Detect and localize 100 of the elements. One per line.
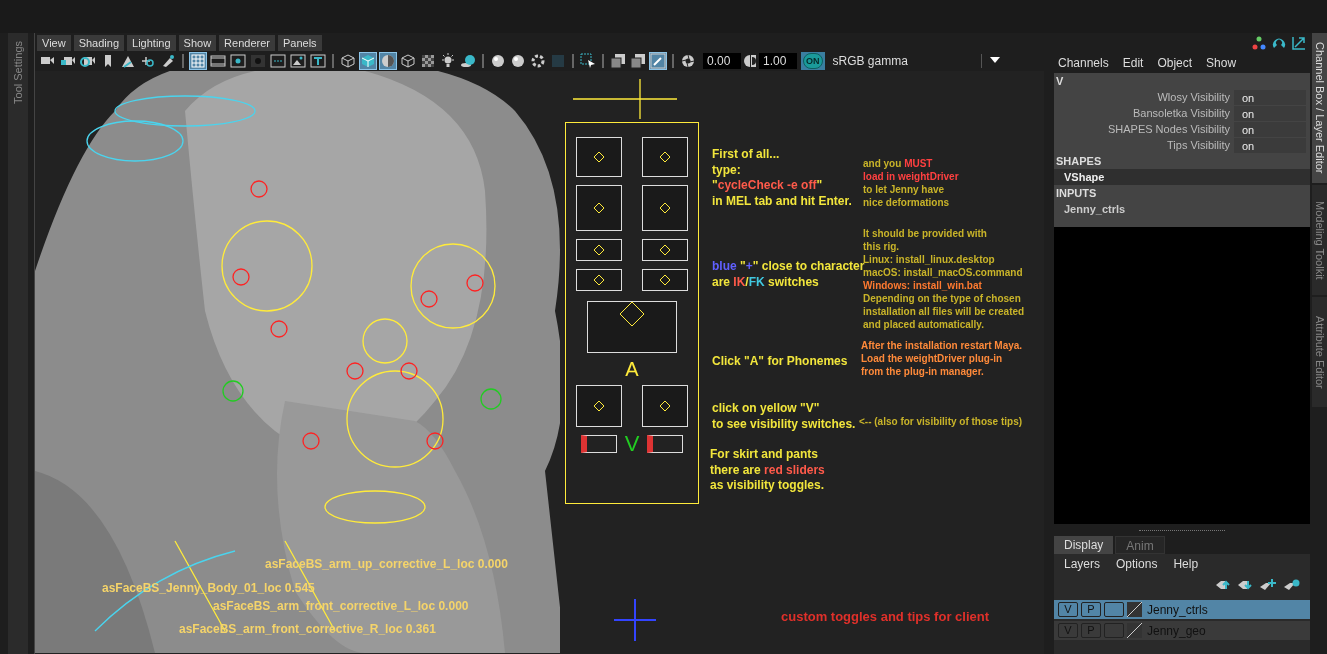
gauge-icon[interactable] [1272, 36, 1286, 50]
diamond-icon[interactable] [620, 302, 644, 326]
menu-item[interactable]: Shading [73, 35, 125, 51]
menu-item[interactable]: Renderer [219, 35, 275, 51]
menu-item[interactable]: Channels [1058, 54, 1109, 72]
diamond-icon[interactable] [660, 203, 670, 213]
annotation-text: First of all... type: "cycleCheck -e off" in MEL tab and hit Enter. [712, 147, 852, 210]
diamond-icon[interactable] [594, 245, 604, 255]
attribute-name[interactable]: Wlosy Visibility [1054, 88, 1234, 106]
control-frame[interactable] [576, 137, 622, 177]
film-gate-icon[interactable] [209, 52, 227, 70]
reference-toggle[interactable] [1104, 602, 1124, 617]
side-tab[interactable]: Channel Box / Layer Editor [1312, 33, 1327, 183]
control-frame[interactable] [576, 385, 622, 427]
attribute-value[interactable]: on [1234, 89, 1306, 105]
layer-down-icon[interactable] [1238, 580, 1252, 590]
letter-label[interactable]: A [625, 359, 639, 379]
cross-marker-icon [614, 599, 656, 641]
image-plane-icon[interactable] [289, 52, 307, 70]
menu-item[interactable]: Options [1116, 555, 1158, 573]
visibility-toggle[interactable]: V [1058, 602, 1078, 617]
resolution-gate-icon[interactable] [229, 52, 247, 70]
layer-color-swatch[interactable] [1127, 623, 1142, 638]
control-frame[interactable] [642, 137, 688, 177]
exposure-field[interactable]: 0.00 [703, 53, 741, 69]
menu-item[interactable]: View [37, 35, 71, 51]
diamond-icon[interactable] [660, 152, 670, 162]
menu-item[interactable]: Help [1173, 555, 1199, 573]
annotation-text: <-- (also for visibility of those tips) [859, 415, 1023, 428]
annotation-text: click on yellow "V" to see visibility switches. [712, 401, 856, 433]
diamond-icon[interactable] [660, 401, 670, 411]
diamond-icon[interactable] [660, 245, 670, 255]
layer-up-icon[interactable] [1216, 580, 1230, 590]
control-frame[interactable] [580, 435, 617, 453]
grid-icon[interactable] [189, 52, 207, 70]
node-name[interactable]: V [1054, 73, 1310, 89]
gamma-field[interactable]: 1.00 [759, 53, 797, 69]
annotation-text: Click "A" for Phonemes [712, 354, 848, 370]
checkerboard-icon[interactable] [419, 52, 437, 70]
annotation-text: custom toggles and tips for client [781, 609, 990, 626]
eyedropper-icon[interactable] [649, 52, 667, 70]
dropdown-caret-icon[interactable] [989, 57, 1000, 65]
playback-toggle[interactable]: P [1081, 602, 1101, 617]
control-frame[interactable] [576, 185, 622, 231]
new-layer-dot-icon[interactable] [1284, 579, 1300, 591]
diamond-icon[interactable] [594, 203, 604, 213]
tab[interactable]: Display [1054, 536, 1114, 554]
diamond-icon[interactable] [594, 152, 604, 162]
annotation-text: and you MUST load in weightDriver to let Jenny have nice deformations [863, 157, 959, 209]
side-tab[interactable]: Attribute Editor [1312, 297, 1327, 407]
menu-item[interactable]: Lighting [127, 35, 176, 51]
attribute-value[interactable]: on [1234, 105, 1306, 121]
diamond-icon[interactable] [594, 275, 604, 285]
control-frame[interactable] [576, 239, 622, 261]
half-shaded-sphere-icon[interactable] [379, 52, 397, 70]
letter-label[interactable]: V [624, 433, 640, 455]
overlapping-squares-icon[interactable] [629, 52, 647, 70]
annotation-text: For skirt and pants there are red sliders as visibility toggles. [710, 447, 825, 494]
control-frame[interactable] [642, 185, 688, 231]
locator-label: asFaceBS_arm_front_corrective_R_loc 0.361 [179, 621, 436, 638]
reference-toggle[interactable] [1104, 623, 1124, 638]
control-frame[interactable] [587, 301, 677, 353]
attribute-value[interactable]: on [1234, 121, 1306, 137]
control-frame[interactable] [576, 269, 622, 291]
nodes-icon[interactable] [1252, 36, 1266, 50]
overlapping-squares-icon[interactable] [609, 52, 627, 70]
control-frame[interactable] [647, 435, 684, 453]
menu-item[interactable]: Show [178, 35, 217, 51]
control-frame[interactable] [642, 269, 688, 291]
layer-row[interactable]: V P Jenny_ctrls [1054, 600, 1310, 619]
selection-cursor-icon[interactable] [579, 52, 597, 70]
color-management-button[interactable]: ON [801, 52, 825, 70]
menu-item[interactable]: Object [1157, 54, 1193, 72]
side-tab[interactable]: Modeling Toolkit [1312, 185, 1327, 295]
control-frame[interactable] [642, 385, 688, 427]
menu-item[interactable]: Layers [1064, 555, 1101, 573]
section-header: SHAPES [1055, 154, 1103, 169]
attribute-name[interactable]: Bansoletka Visibility [1054, 104, 1234, 122]
layer-color-swatch[interactable] [1127, 602, 1142, 617]
layer-name[interactable]: Jenny_ctrls [1147, 600, 1208, 619]
control-frame[interactable] [642, 239, 688, 261]
new-layer-icon[interactable] [1260, 579, 1276, 591]
attribute-value[interactable]: on [1234, 137, 1306, 153]
tool-settings-tab[interactable]: Tool Settings [9, 41, 27, 104]
menu-item[interactable]: Panels [277, 35, 322, 51]
node-item[interactable]: VShape [1054, 169, 1310, 185]
gamma-icon[interactable] [743, 53, 757, 69]
attribute-name[interactable]: SHAPES Nodes Visibility [1054, 120, 1234, 138]
text-icon[interactable] [309, 52, 327, 70]
section-header: INPUTS [1055, 186, 1098, 201]
menu-item[interactable]: Edit [1122, 54, 1144, 72]
menu-item[interactable]: Show [1206, 54, 1237, 72]
arrow-icon[interactable] [1292, 36, 1306, 50]
safe-area-icon[interactable] [269, 52, 287, 70]
color-space-label[interactable]: sRGB gamma [832, 52, 973, 70]
diamond-icon[interactable] [594, 401, 604, 411]
attribute-name[interactable]: Tips Visibility [1054, 136, 1234, 154]
annotation-text: After the installation restart Maya. Load the weightDriver plug-in from the plug-in manager. [861, 339, 1023, 378]
shaded-cube-icon[interactable] [359, 52, 377, 70]
diamond-icon[interactable] [660, 275, 670, 285]
